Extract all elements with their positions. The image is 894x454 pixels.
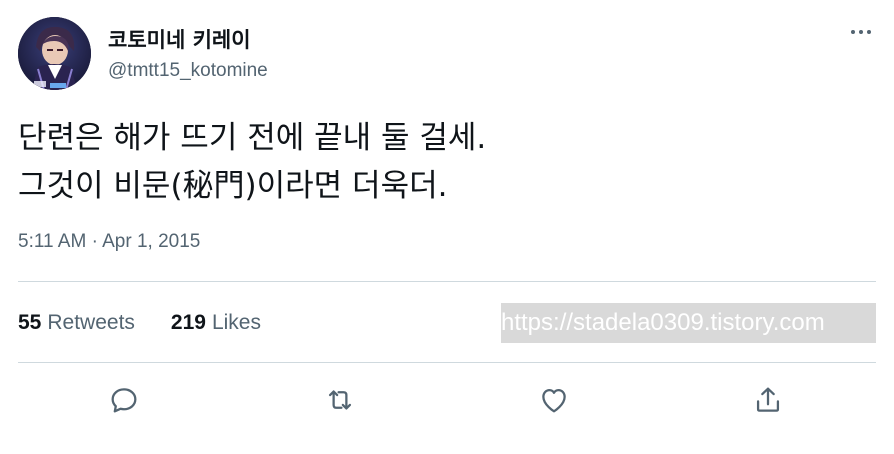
retweet-icon bbox=[328, 390, 352, 410]
divider bbox=[18, 281, 876, 282]
tweet-text-line: 그것이 비문(秘門)이라면 더욱더. bbox=[18, 168, 448, 204]
author-display-name[interactable]: 코토미네 키레이 bbox=[108, 24, 251, 54]
avatar-image bbox=[18, 17, 91, 90]
avatar[interactable] bbox=[18, 17, 91, 90]
retweet-button[interactable] bbox=[318, 378, 362, 422]
tweet-text: 단련은 해가 뜨기 전에 끝내 둘 걸세. 그것이 비문(秘門)이라면 더욱더. bbox=[18, 114, 878, 210]
retweets-stat[interactable]: 55 Retweets bbox=[18, 311, 135, 335]
tweet-actions-bar bbox=[0, 378, 894, 426]
like-icon bbox=[542, 388, 566, 413]
reply-icon bbox=[111, 388, 137, 413]
likes-label: Likes bbox=[211, 311, 261, 334]
more-options-button[interactable] bbox=[846, 20, 876, 44]
retweets-label: Retweets bbox=[47, 311, 135, 334]
share-button[interactable] bbox=[746, 378, 790, 422]
like-button[interactable] bbox=[532, 378, 576, 422]
author-handle[interactable]: @tmtt15_kotomine bbox=[108, 60, 268, 82]
likes-stat[interactable]: 219 Likes bbox=[171, 311, 261, 335]
tweet-timestamp[interactable]: 5:11 AM · Apr 1, 2015 bbox=[18, 231, 200, 253]
divider bbox=[18, 362, 876, 363]
tweet-text-line: 단련은 해가 뜨기 전에 끝내 둘 걸세. bbox=[18, 120, 487, 156]
more-horizontal-icon bbox=[851, 30, 871, 34]
tweet-stats: 55 Retweets 219 Likes bbox=[18, 311, 261, 335]
retweets-count: 55 bbox=[18, 311, 42, 334]
share-icon bbox=[756, 387, 780, 412]
watermark-overlay: https://stadela0309.tistory.com bbox=[501, 303, 876, 343]
reply-button[interactable] bbox=[102, 378, 146, 422]
likes-count: 219 bbox=[170, 311, 206, 334]
